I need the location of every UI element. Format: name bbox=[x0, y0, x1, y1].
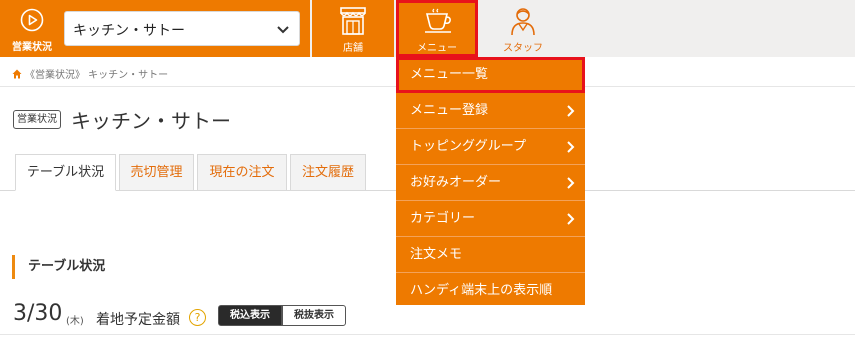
home-icon[interactable] bbox=[12, 69, 22, 79]
dropdown-item-menu-list[interactable]: メニュー一覧 bbox=[396, 57, 585, 93]
dropdown-item-label: カテゴリー bbox=[410, 211, 476, 226]
nav-staff-label: スタッフ bbox=[503, 43, 543, 54]
chevron-right-icon bbox=[567, 213, 575, 225]
chevron-right-icon bbox=[567, 105, 575, 117]
tax-excluded-toggle[interactable]: 税抜表示 bbox=[282, 305, 346, 326]
dropdown-item-custom-order[interactable]: お好みオーダー bbox=[396, 165, 585, 201]
tab-sold-out[interactable]: 売切管理 bbox=[119, 154, 194, 191]
nav-store-label: 店舗 bbox=[343, 43, 363, 54]
divider bbox=[0, 334, 855, 335]
business-status-label: 営業状況 bbox=[12, 42, 52, 53]
status-badge: 営業状況 bbox=[13, 110, 61, 129]
chevron-down-icon bbox=[277, 26, 289, 34]
dropdown-item-label: トッピンググループ bbox=[410, 139, 526, 154]
business-status-button[interactable]: 営業状況 bbox=[0, 0, 60, 57]
dropdown-item-order-memo[interactable]: 注文メモ bbox=[396, 237, 585, 273]
nav-staff[interactable]: スタッフ bbox=[482, 0, 564, 57]
section-heading: テーブル状況 bbox=[12, 255, 105, 279]
nav-menu-label: メニュー bbox=[417, 43, 457, 54]
top-header: 営業状況 キッチン・サトー 店舗 メニュー スタッフ bbox=[0, 0, 855, 57]
store-select-value: キッチン・サトー bbox=[73, 23, 185, 39]
dropdown-item-label: メニュー登録 bbox=[410, 103, 489, 118]
dropdown-item-label: メニュー一覧 bbox=[410, 67, 489, 82]
page-title: キッチン・サトー bbox=[71, 109, 231, 133]
staff-person-icon bbox=[511, 8, 535, 36]
nav-menu[interactable]: メニュー bbox=[396, 0, 478, 57]
dropdown-item-category[interactable]: カテゴリー bbox=[396, 201, 585, 237]
chevron-right-icon bbox=[567, 141, 575, 153]
dropdown-item-label: 注文メモ bbox=[410, 247, 463, 262]
tab-current-orders[interactable]: 現在の注文 bbox=[197, 154, 287, 191]
store-select[interactable]: キッチン・サトー bbox=[64, 11, 300, 46]
dropdown-item-handy-display-order[interactable]: ハンディ端末上の表示順 bbox=[396, 273, 585, 309]
amount-label: 着地予定金額 bbox=[96, 312, 180, 328]
dropdown-item-menu-register[interactable]: メニュー登録 bbox=[396, 93, 585, 129]
business-status-block: 営業状況 キッチン・サトー bbox=[0, 0, 310, 57]
weekday: (木) bbox=[66, 316, 84, 327]
dropdown-item-label: お好みオーダー bbox=[410, 175, 502, 190]
breadcrumb: 《営業状況》 キッチン・サトー bbox=[12, 66, 168, 81]
tax-included-toggle[interactable]: 税込表示 bbox=[218, 305, 282, 326]
dropdown-item-label: ハンディ端末上の表示順 bbox=[410, 283, 553, 298]
breadcrumb-text[interactable]: 《営業状況》 キッチン・サトー bbox=[25, 70, 168, 81]
tab-order-history[interactable]: 注文履歴 bbox=[290, 154, 366, 191]
cup-icon bbox=[425, 8, 451, 33]
help-icon[interactable]: ? bbox=[189, 309, 206, 326]
chevron-right-icon bbox=[567, 177, 575, 189]
date: 3/30 bbox=[13, 301, 63, 326]
nav-store[interactable]: 店舗 bbox=[312, 0, 394, 57]
menu-dropdown: メニュー一覧 メニュー登録 トッピンググループ お好みオーダー カテゴリー 注文… bbox=[396, 57, 585, 305]
storefront-icon bbox=[340, 7, 366, 35]
play-circle-icon bbox=[20, 8, 44, 32]
dropdown-item-topping-group[interactable]: トッピンググループ bbox=[396, 129, 585, 165]
tab-table-status[interactable]: テーブル状況 bbox=[15, 154, 116, 191]
